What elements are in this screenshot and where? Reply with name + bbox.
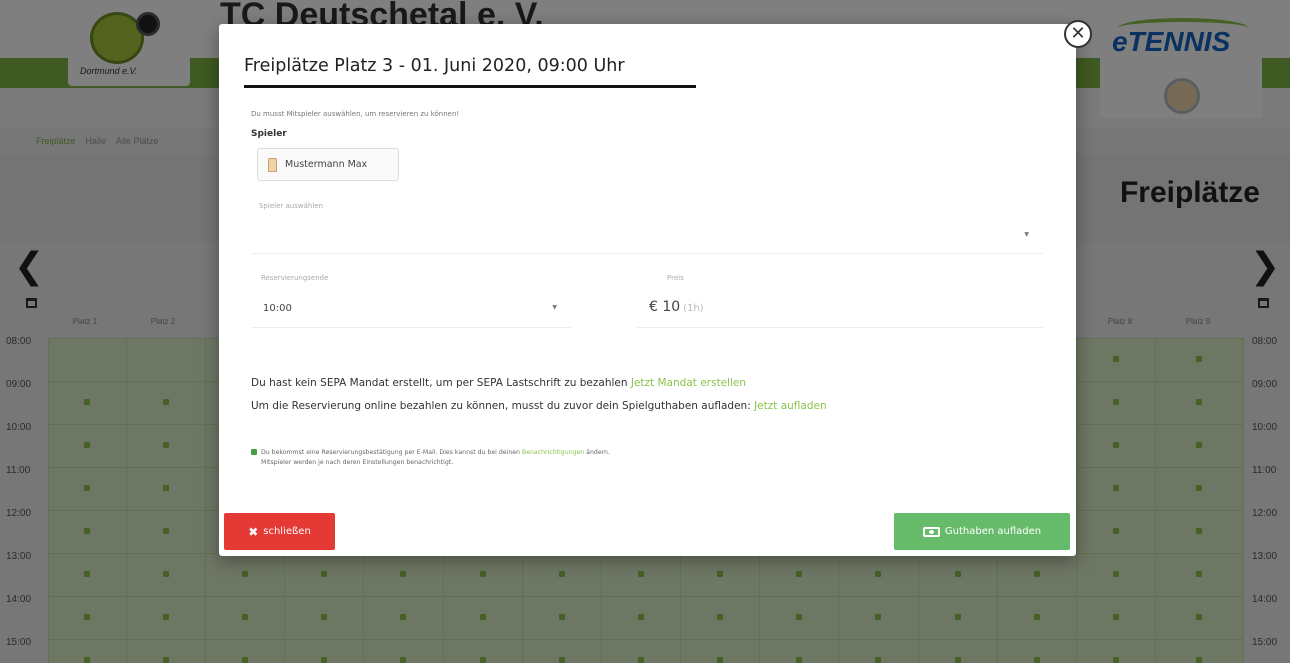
price-amount: € 10: [649, 299, 681, 315]
player-chip[interactable]: Mustermann Max: [257, 148, 399, 181]
x-icon: ✖: [248, 524, 259, 539]
modal-close-icon[interactable]: ✕: [1064, 20, 1092, 48]
price-field: € 10 (1h): [637, 286, 1043, 328]
player-icon: [268, 157, 277, 172]
booking-modal: Freiplätze Platz 3 - 01. Juni 2020, 09:0…: [219, 24, 1076, 556]
close-button-label: schließen: [263, 526, 311, 537]
price-duration: (1h): [683, 303, 704, 314]
player-name: Mustermann Max: [285, 159, 368, 170]
create-mandate-link[interactable]: Jetzt Mandat erstellen: [631, 377, 746, 389]
email-info: Du bekommst eine Reservierungsbestätigun…: [251, 448, 610, 467]
caret-down-icon: ▼: [1024, 231, 1029, 238]
money-icon: [922, 526, 940, 537]
price-value: € 10 (1h): [649, 299, 704, 315]
topup-button-label: Guthaben aufladen: [944, 526, 1042, 537]
select-players-dropdown[interactable]: ▼: [251, 214, 1043, 254]
info-text-2: Mitspieler werden je nach deren Einstell…: [261, 458, 454, 466]
credit-message: Um die Reservierung online bezahlen zu k…: [251, 400, 827, 412]
notifications-link[interactable]: Benachrichtigungen: [522, 449, 584, 456]
reservation-end-label: Reservierungsende: [261, 274, 329, 282]
reservation-end-value: 10:00: [263, 303, 292, 314]
player-hint: Du musst Mitspieler auswählen, um reserv…: [251, 110, 460, 118]
close-button[interactable]: ✖ schließen: [224, 513, 335, 550]
caret-down-icon: ▼: [552, 304, 557, 311]
sepa-message-text: Du hast kein SEPA Mandat erstellt, um pe…: [251, 377, 628, 389]
info-text-1-end: ändern.: [586, 449, 610, 456]
modal-title: Freiplätze Platz 3 - 01. Juni 2020, 09:0…: [244, 56, 625, 76]
title-underline: [244, 85, 696, 88]
players-label: Spieler: [251, 129, 287, 139]
reservation-end-select[interactable]: 10:00 ▼: [251, 286, 571, 328]
sepa-message: Du hast kein SEPA Mandat erstellt, um pe…: [251, 377, 746, 389]
lock-icon: [251, 449, 257, 455]
credit-message-text: Um die Reservierung online bezahlen zu k…: [251, 400, 751, 412]
info-text-1: Du bekommst eine Reservierungsbestätigun…: [261, 449, 520, 456]
select-players-label: Spieler auswählen: [259, 202, 324, 210]
topup-now-link[interactable]: Jetzt aufladen: [754, 400, 827, 412]
price-label: Preis: [667, 274, 684, 282]
topup-button[interactable]: Guthaben aufladen: [894, 513, 1070, 550]
